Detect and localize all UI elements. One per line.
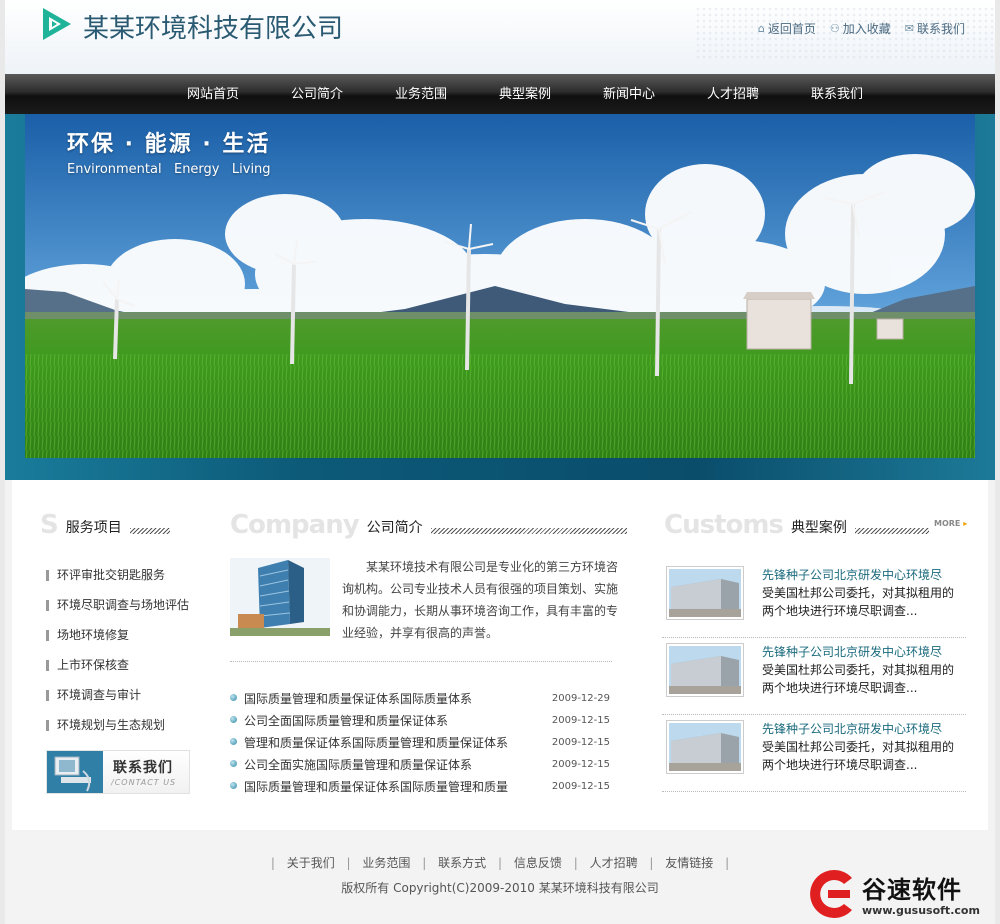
- bookmark-link[interactable]: ⚇ 加入收藏: [830, 20, 891, 37]
- banner-frame: 环保 · 能源 · 生活 Environmental Energy Living: [5, 114, 995, 480]
- services-list: 环评审批交钥匙服务 环境尽职调查与场地评估 场地环境修复 上市环保核查 环境调查…: [46, 562, 206, 742]
- heading-stripe: [430, 528, 627, 534]
- cases-title: 典型案例: [790, 520, 847, 536]
- news-item[interactable]: 公司全面实施国际质量管理和质量保证体系 2009-12-15: [230, 754, 610, 776]
- case-desc: 受美国杜邦公司委托，对其拟租用的两个地块进行环境尽职调查...: [762, 740, 955, 772]
- contact-link[interactable]: ✉ 联系我们: [905, 20, 965, 37]
- service-item[interactable]: 环境规划与生态规划: [46, 712, 206, 742]
- watermark-logo-icon: [810, 870, 852, 918]
- service-item[interactable]: 上市环保核查: [46, 652, 206, 682]
- company-name: 某某环境科技有限公司: [83, 14, 344, 44]
- contact-us-button[interactable]: 联系我们 /CONTACT US: [46, 750, 190, 794]
- company-intro: 某某环境技术有限公司是专业化的第三方环境咨询机构。公司专业技术人员有很强的项目策…: [342, 560, 619, 640]
- services-big-letter: S: [40, 510, 59, 540]
- footer-link-contact[interactable]: 联系方式: [438, 856, 486, 870]
- contact-us-subtitle: /CONTACT US: [111, 778, 177, 787]
- service-item[interactable]: 环境调查与审计: [46, 682, 206, 712]
- case-title: 先锋种子公司北京研发中心环境尽: [762, 568, 943, 582]
- watermark-url: www.gususoft.com: [862, 904, 980, 917]
- nav-item-business[interactable]: 业务范围: [369, 74, 473, 114]
- case-item[interactable]: 先锋种子公司北京研发中心环境尽 受美国杜邦公司委托，对其拟租用的两个地块进行环境…: [662, 639, 966, 715]
- mail-icon: ✉: [904, 22, 914, 35]
- heading-stripe: [129, 528, 170, 534]
- page: 某某环境科技有限公司 ⌂ 返回首页 ⚇ 加入收藏 ✉ 联系我们 网站首页 公司简介 业…: [5, 0, 995, 924]
- arrow-right-icon: ▸: [963, 519, 968, 528]
- nav-item-about[interactable]: 公司简介: [265, 74, 369, 114]
- company-big-word: Company: [230, 510, 360, 540]
- banner-slogan-cn: 环保 · 能源 · 生活: [67, 132, 271, 157]
- case-item[interactable]: 先锋种子公司北京研发中心环境尽 受美国杜邦公司委托，对其拟租用的两个地块进行环境…: [662, 562, 966, 638]
- case-thumbnail: [666, 643, 744, 697]
- nav-item-news[interactable]: 新闻中心: [577, 74, 681, 114]
- banner-image: 环保 · 能源 · 生活 Environmental Energy Living: [25, 114, 975, 458]
- header: 某某环境科技有限公司 ⌂ 返回首页 ⚇ 加入收藏 ✉ 联系我们: [5, 0, 995, 74]
- main-content: S 服务项目 环评审批交钥匙服务 环境尽职调查与场地评估 场地环境修复 上市环保…: [12, 480, 988, 830]
- watermark-name: 谷速软件: [862, 876, 962, 904]
- case-item[interactable]: 先锋种子公司北京研发中心环境尽 受美国杜邦公司委托，对其拟租用的两个地块进行环境…: [662, 716, 966, 792]
- case-thumbnail: [666, 566, 744, 620]
- footer-link-business[interactable]: 业务范围: [362, 856, 410, 870]
- service-item[interactable]: 环境尽职调查与场地评估: [46, 592, 206, 622]
- service-item[interactable]: 环评审批交钥匙服务: [46, 562, 206, 592]
- more-link[interactable]: MORE ▸: [934, 519, 967, 528]
- divider: [662, 791, 966, 792]
- company-title: 公司简介: [366, 520, 423, 536]
- top-links: ⌂ 返回首页 ⚇ 加入收藏 ✉ 联系我们: [758, 20, 965, 37]
- case-title: 先锋种子公司北京研发中心环境尽: [762, 722, 943, 736]
- divider: [230, 661, 612, 662]
- cases-heading: Customs 典型案例: [664, 512, 929, 538]
- news-item[interactable]: 管理和质量保证体系国际质量管理和质量保证体系 2009-12-15: [230, 732, 610, 754]
- news-item[interactable]: 国际质量管理和质量保证体系国际质量体系 2009-12-29: [230, 688, 610, 710]
- heading-stripe: [854, 528, 929, 534]
- nav-item-home[interactable]: 网站首页: [161, 74, 265, 114]
- nav-item-cases[interactable]: 典型案例: [473, 74, 577, 114]
- computer-icon: [47, 751, 103, 793]
- home-icon: ⌂: [757, 22, 765, 35]
- cases-big-word: Customs: [664, 510, 784, 540]
- case-desc: 受美国杜邦公司委托，对其拟租用的两个地块进行环境尽职调查...: [762, 663, 955, 695]
- company-heading: Company 公司简介: [230, 512, 627, 538]
- contact-us-title: 联系我们: [113, 760, 173, 776]
- nav-item-jobs[interactable]: 人才招聘: [681, 74, 785, 114]
- home-link[interactable]: ⌂ 返回首页: [758, 20, 816, 37]
- divider: [662, 714, 966, 715]
- news-item[interactable]: 国际质量管理和质量保证体系国际质量管理和质量 2009-12-15: [230, 776, 610, 798]
- office-building-image: [230, 558, 330, 636]
- divider: [662, 637, 966, 638]
- news-list: 国际质量管理和质量保证体系国际质量体系 2009-12-29 公司全面国际质量管理…: [230, 688, 610, 798]
- footer-link-jobs[interactable]: 人才招聘: [590, 856, 638, 870]
- footer-link-about[interactable]: 关于我们: [287, 856, 335, 870]
- nav-item-contact[interactable]: 联系我们: [785, 74, 889, 114]
- service-item[interactable]: 场地环境修复: [46, 622, 206, 652]
- services-title: 服务项目: [65, 520, 122, 536]
- case-desc: 受美国杜邦公司委托，对其拟租用的两个地块进行环境尽职调查...: [762, 586, 955, 618]
- case-title: 先锋种子公司北京研发中心环境尽: [762, 645, 943, 659]
- watermark: 谷速软件 www.gususoft.com: [802, 866, 1000, 924]
- main-nav: 网站首页 公司简介 业务范围 典型案例 新闻中心 人才招聘 联系我们: [5, 74, 995, 114]
- banner-slogan-en: Environmental Energy Living: [67, 162, 271, 177]
- case-thumbnail: [666, 720, 744, 774]
- bookmark-icon: ⚇: [829, 22, 840, 35]
- logo-icon: [43, 8, 71, 40]
- footer-link-friends[interactable]: 友情链接: [665, 856, 713, 870]
- news-item[interactable]: 公司全面国际质量管理和质量保证体系 2009-12-15: [230, 710, 610, 732]
- services-heading: S 服务项目: [40, 512, 170, 538]
- footer-link-feedback[interactable]: 信息反馈: [514, 856, 562, 870]
